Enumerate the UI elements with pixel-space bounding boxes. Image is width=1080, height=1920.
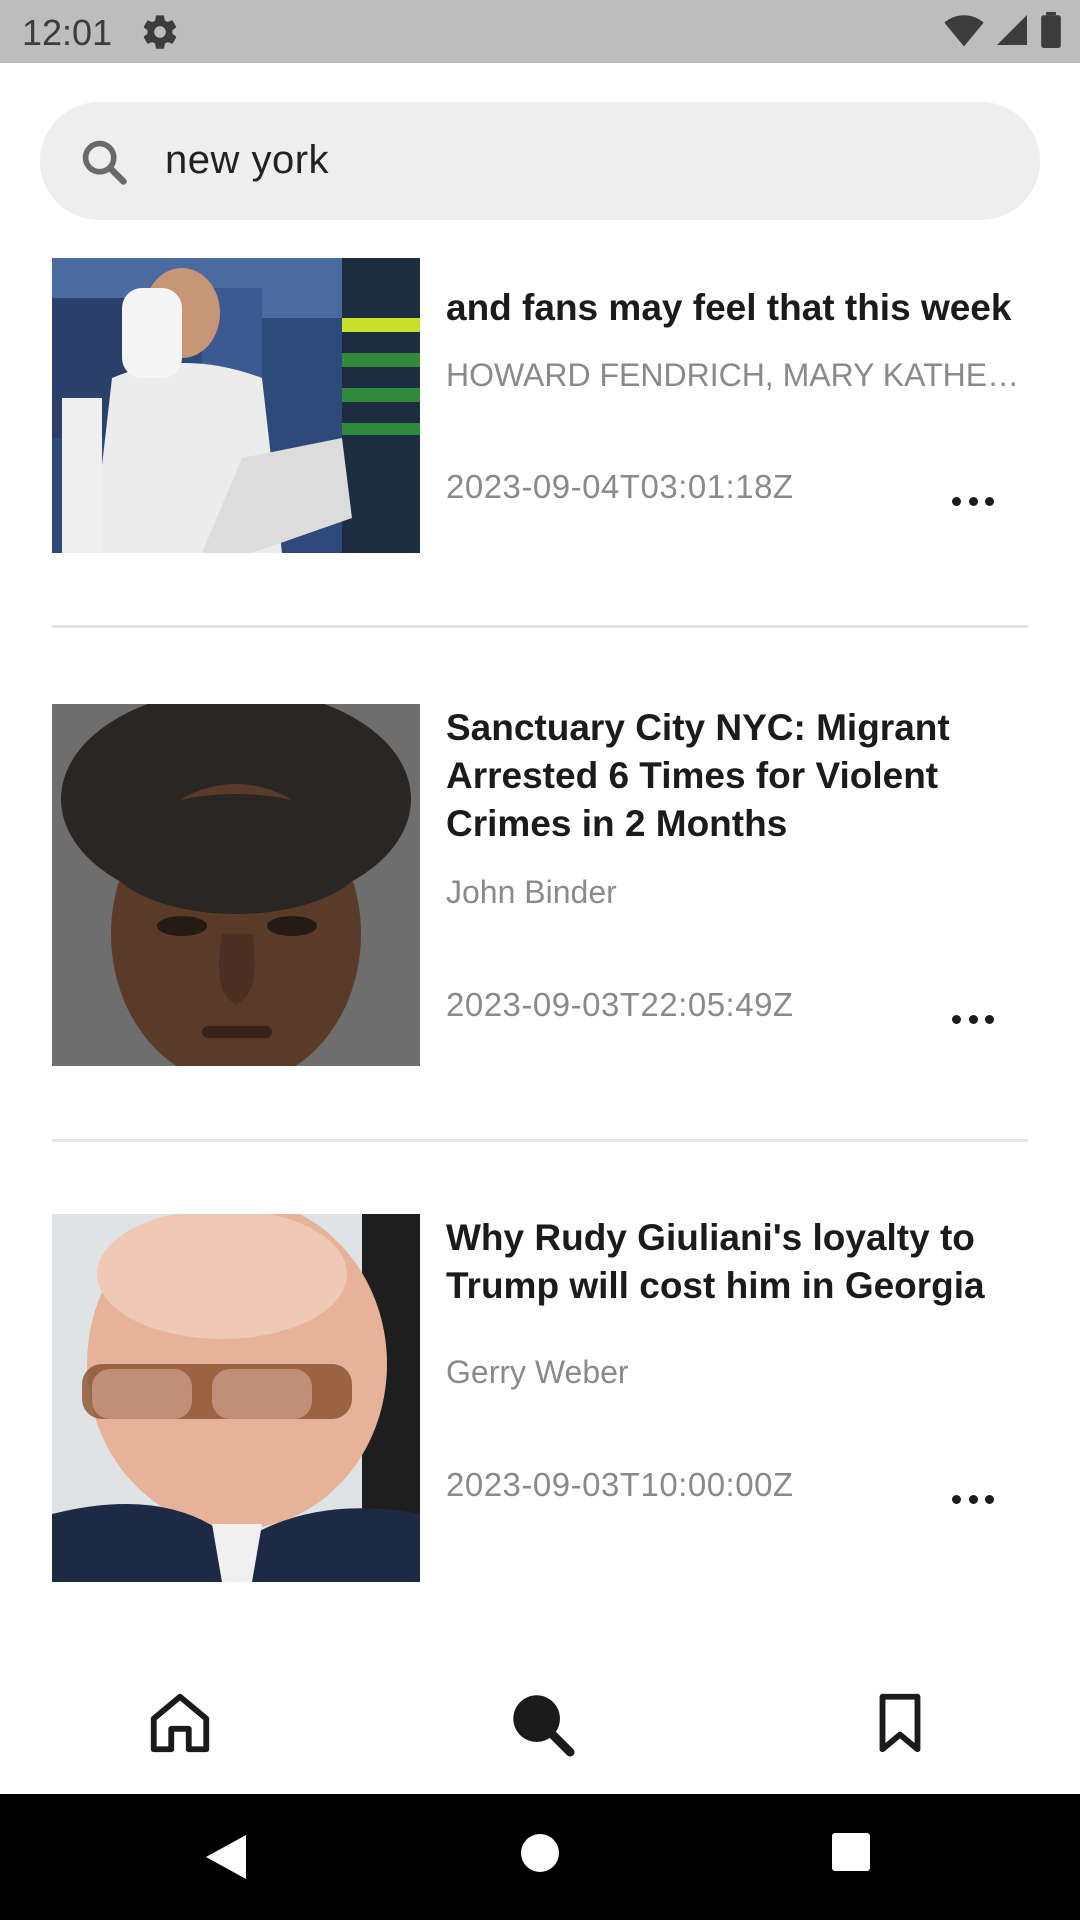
more-options-button[interactable] — [952, 486, 994, 516]
article-thumbnail[interactable] — [52, 258, 420, 553]
home-circle-icon[interactable] — [520, 1833, 560, 1873]
back-icon[interactable] — [202, 1832, 248, 1882]
bookmark-icon[interactable] — [865, 1688, 935, 1758]
article-date: 2023-09-03T10:00:00Z — [446, 1466, 794, 1503]
status-bar: 12:01 — [0, 0, 1080, 63]
article-item[interactable]: getting hotter: US Open players and fans… — [52, 258, 1031, 553]
search-bar[interactable]: new york — [40, 102, 1040, 220]
signal-icon — [997, 15, 1027, 45]
search-icon[interactable] — [506, 1688, 576, 1758]
article-title[interactable]: getting hotter: US Open players and fans… — [446, 258, 1026, 331]
system-navigation-bar — [0, 1794, 1080, 1920]
article-item[interactable]: Why Rudy Giuliani's loyalty to Trump wil… — [52, 1214, 1028, 1582]
article-title-clipped-line: getting hotter: US Open players — [446, 258, 1026, 262]
recents-icon[interactable] — [831, 1832, 871, 1872]
wifi-icon — [944, 15, 984, 47]
article-feed[interactable]: getting hotter: US Open players and fans… — [0, 258, 1080, 1648]
article-thumbnail[interactable] — [52, 704, 420, 1066]
article-title-line: and fans may feel that this week — [446, 287, 1012, 328]
battery-icon — [1041, 12, 1061, 48]
article-date: 2023-09-03T22:05:49Z — [446, 986, 794, 1023]
divider — [52, 625, 1028, 628]
article-title[interactable]: Sanctuary City NYC: Migrant Arrested 6 T… — [446, 704, 1026, 848]
article-author: John Binder — [446, 874, 617, 910]
article-item[interactable]: Sanctuary City NYC: Migrant Arrested 6 T… — [52, 704, 1028, 1066]
article-author: HOWARD FENDRICH, MARY KATHER... — [446, 357, 1031, 393]
article-thumbnail[interactable] — [52, 1214, 420, 1582]
status-icons — [944, 12, 1062, 48]
more-options-button[interactable] — [952, 1484, 994, 1514]
search-input[interactable]: new york — [165, 138, 329, 183]
bottom-navigation — [0, 1648, 1080, 1794]
divider — [52, 1139, 1028, 1142]
status-time: 12:01 — [22, 12, 113, 53]
article-title[interactable]: Why Rudy Giuliani's loyalty to Trump wil… — [446, 1214, 1026, 1310]
article-author: Gerry Weber — [446, 1354, 629, 1390]
article-date: 2023-09-04T03:01:18Z — [446, 468, 794, 505]
more-options-button[interactable] — [952, 1004, 994, 1034]
home-icon[interactable] — [145, 1688, 215, 1758]
search-icon — [82, 140, 127, 185]
gear-icon — [143, 15, 177, 49]
